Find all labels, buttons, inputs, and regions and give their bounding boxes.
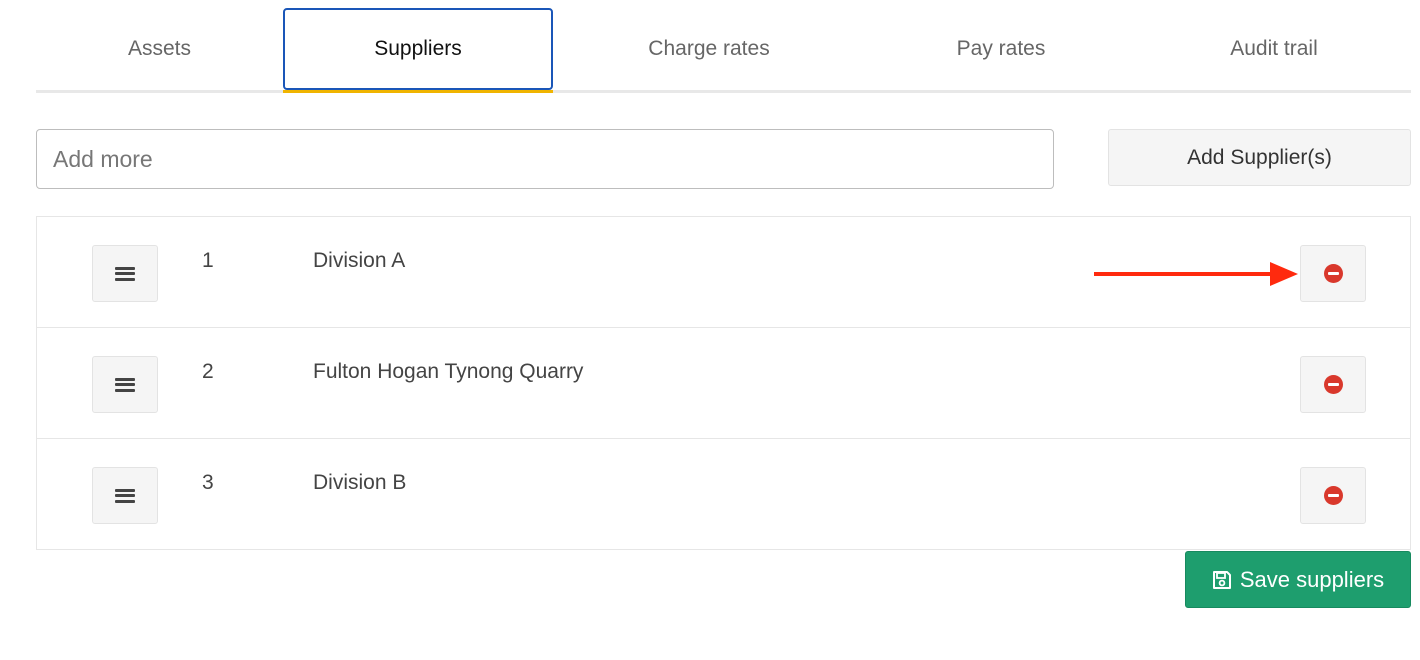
drag-handle-button[interactable] (92, 245, 158, 302)
drag-handle-button[interactable] (92, 467, 158, 524)
list-item: 2 Fulton Hogan Tynong Quarry (37, 328, 1410, 439)
supplier-index: 1 (202, 249, 214, 272)
tab-suppliers[interactable]: Suppliers (283, 8, 553, 90)
drag-handle-button[interactable] (92, 356, 158, 413)
floppy-disk-icon (1212, 570, 1231, 589)
bars-icon (115, 266, 135, 281)
tab-bar: Assets Suppliers Charge rates Pay rates … (36, 8, 1411, 93)
minus-circle-icon (1323, 375, 1343, 394)
tab-pay-rates[interactable]: Pay rates (855, 8, 1147, 90)
bars-icon (115, 377, 135, 392)
tab-charge-rates[interactable]: Charge rates (563, 8, 855, 90)
remove-supplier-button[interactable] (1300, 245, 1366, 302)
save-button-label: Save suppliers (1239, 566, 1385, 592)
active-tab-indicator (283, 90, 553, 93)
supplier-index: 2 (202, 360, 214, 383)
add-supplier-input[interactable] (36, 129, 1054, 189)
minus-circle-icon (1323, 486, 1343, 505)
bars-icon (115, 488, 135, 503)
add-supplier-button[interactable]: Add Supplier(s) (1108, 129, 1411, 186)
list-item: 3 Division B (37, 439, 1410, 550)
minus-circle-icon (1323, 264, 1343, 283)
supplier-name: Division A (313, 249, 406, 272)
supplier-name: Fulton Hogan Tynong Quarry (313, 360, 584, 383)
tab-audit-trail[interactable]: Audit trail (1147, 8, 1401, 90)
remove-supplier-button[interactable] (1300, 467, 1366, 524)
suppliers-page: Assets Suppliers Charge rates Pay rates … (0, 0, 1420, 660)
save-suppliers-button[interactable]: Save suppliers (1185, 551, 1411, 608)
annotation-arrow-icon (1094, 262, 1298, 286)
remove-supplier-button[interactable] (1300, 356, 1366, 413)
supplier-name: Division B (313, 471, 407, 494)
tab-assets[interactable]: Assets (36, 8, 283, 90)
supplier-index: 3 (202, 471, 214, 494)
